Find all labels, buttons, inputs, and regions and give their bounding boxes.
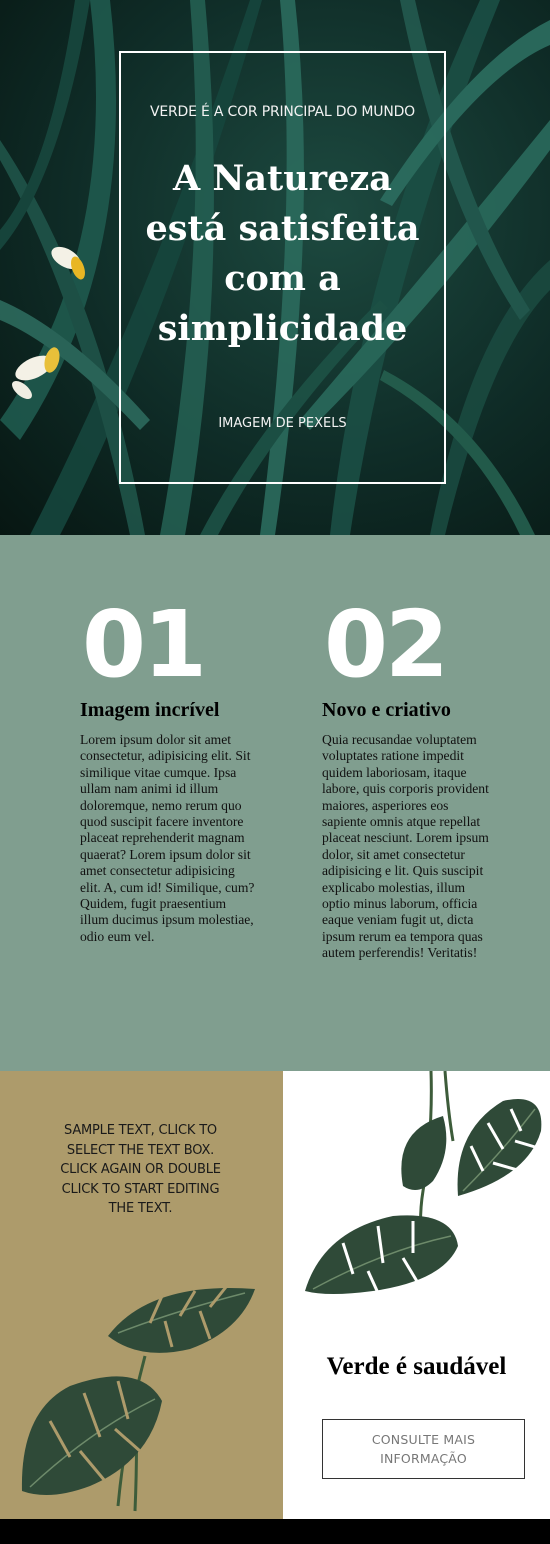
feature-number: 02: [324, 591, 449, 698]
features-section: 01 Imagem incrível Lorem ipsum dolor sit…: [0, 535, 550, 1071]
promo-panel: SAMPLE TEXT, CLICK TO SELECT THE TEXT BO…: [0, 1071, 283, 1519]
cta-title-bold: saudável: [413, 1353, 507, 1380]
hero-kicker: VERDE É A COR PRINCIPAL DO MUNDO: [149, 104, 416, 120]
cta-title-rest: Verde é: [326, 1353, 414, 1380]
hero-frame: VERDE É A COR PRINCIPAL DO MUNDO A Natur…: [119, 51, 446, 484]
feature-title: Novo e criativo: [322, 699, 492, 722]
cta-title: Verde é saudável: [283, 1353, 550, 1381]
feature-title-rest: incrível: [149, 699, 220, 721]
feature-card-02: 02 Novo e criativo Quia recusandae volup…: [322, 595, 492, 962]
cta-panel: Verde é saudável CONSULTE MAIS INFORMAÇÃ…: [283, 1071, 550, 1519]
feature-card-01: 01 Imagem incrível Lorem ipsum dolor sit…: [80, 595, 255, 945]
feature-title-bold: criativo: [385, 699, 451, 721]
more-info-button-label: CONSULTE MAIS INFORMAÇÃO: [371, 1432, 476, 1466]
footer-bar: [0, 1519, 550, 1544]
monstera-leaf-icon: [305, 1071, 542, 1294]
feature-title-bold: Imagem: [80, 699, 150, 721]
hero-title: A Natureza está satisfeita com a simplic…: [145, 158, 420, 349]
more-info-button[interactable]: CONSULTE MAIS INFORMAÇÃO: [322, 1419, 525, 1479]
hero-image-credit: IMAGEM DE PEXELS: [218, 416, 347, 431]
feature-title: Imagem incrível: [80, 699, 255, 722]
monstera-leaf-icon: [21, 1286, 255, 1512]
hero-section: VERDE É A COR PRINCIPAL DO MUNDO A Natur…: [0, 0, 550, 535]
feature-number: 01: [82, 591, 207, 698]
feature-title-rest: Novo e: [322, 699, 386, 721]
feature-text: Lorem ipsum dolor sit amet consectetur, …: [80, 732, 255, 944]
promo-sample-text[interactable]: SAMPLE TEXT, CLICK TO SELECT THE TEXT BO…: [50, 1121, 231, 1219]
feature-text: Quia recusandae voluptatem voluptates ra…: [322, 732, 489, 961]
